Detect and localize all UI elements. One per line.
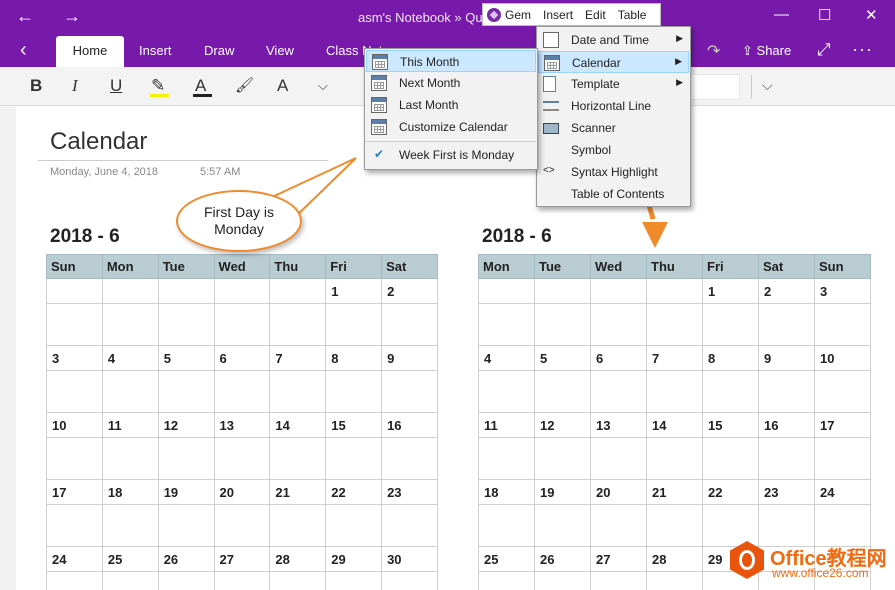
callout-line-2: Monday: [214, 221, 264, 237]
office-logo-icon: [730, 541, 764, 579]
callout-bubble: First Day is Monday: [176, 190, 302, 252]
callout-tail: [268, 157, 357, 224]
callout-line-1: First Day is: [204, 204, 274, 220]
watermark-url: www.office26.com: [772, 566, 869, 580]
watermark: Office教程网 www.office26.com: [730, 538, 895, 584]
